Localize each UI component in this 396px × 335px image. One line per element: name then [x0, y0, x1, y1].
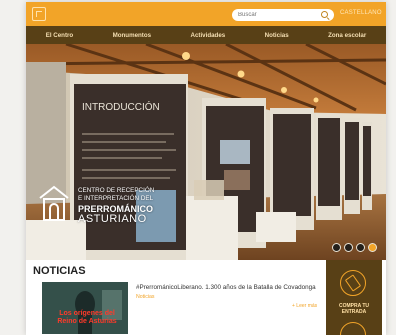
nav-item-noticias[interactable]: Noticias: [265, 32, 289, 39]
hero-slider[interactable]: INTRODUCCIÓN CENTRO DE RECEPCIÓN E INTER…: [26, 44, 386, 260]
ticket-icon[interactable]: [340, 270, 366, 296]
read-more-link[interactable]: + Leer más: [292, 303, 317, 309]
news-category[interactable]: Noticias: [136, 294, 154, 300]
news-thumbnail[interactable]: Los orígenes del Reino de Asturias: [42, 282, 128, 334]
brand-line-4: ASTURIANO: [78, 213, 147, 225]
search-input[interactable]: [232, 9, 334, 21]
slider-dot-2[interactable]: [344, 243, 353, 252]
page: CASTELLANO El Centro Monumentos Activida…: [26, 2, 386, 335]
news-section-title: NOTICIAS: [33, 265, 86, 277]
hero-panel-title: INTRODUCCIÓN: [82, 100, 160, 113]
slider-dot-3[interactable]: [356, 243, 365, 252]
nav-item-actividades[interactable]: Actividades: [190, 32, 225, 39]
secondary-circle-icon[interactable]: [340, 322, 366, 335]
buy-ticket-label-line2: ENTRADA: [341, 309, 367, 315]
news-section: NOTICIAS Los orígenes del Reino de Astur…: [26, 260, 326, 335]
nav-item-el-centro[interactable]: El Centro: [46, 32, 74, 39]
buy-ticket-panel[interactable]: COMPRA TU ENTRADA: [326, 260, 382, 335]
nav-item-monumentos[interactable]: Monumentos: [113, 32, 152, 39]
news-thumbnail-image: [42, 282, 128, 334]
buy-ticket-label[interactable]: COMPRA TU ENTRADA: [326, 303, 382, 315]
language-link[interactable]: CASTELLANO: [340, 10, 382, 16]
brand-line-2: E INTERPRETACIÓN DEL: [78, 195, 154, 202]
slider-dot-4[interactable]: [368, 243, 377, 252]
center-logo-icon: [39, 185, 69, 221]
slider-dots: [332, 243, 377, 252]
news-headline[interactable]: #PrerrománicoLiberano. 1.300 años de la …: [136, 284, 322, 291]
logo-icon[interactable]: [32, 7, 46, 21]
search-icon[interactable]: [321, 11, 328, 18]
top-bar: CASTELLANO: [26, 2, 386, 26]
nav-item-zona-escolar[interactable]: Zona escolar: [328, 32, 366, 39]
brand-line-1: CENTRO DE RECEPCIÓN: [78, 187, 155, 194]
main-nav: El Centro Monumentos Actividades Noticia…: [26, 26, 386, 44]
brand-logo: CENTRO DE RECEPCIÓN E INTERPRETACIÓN DEL…: [38, 184, 188, 232]
slider-dot-1[interactable]: [332, 243, 341, 252]
news-thumbnail-caption: Los orígenes del Reino de Asturias: [57, 310, 117, 325]
